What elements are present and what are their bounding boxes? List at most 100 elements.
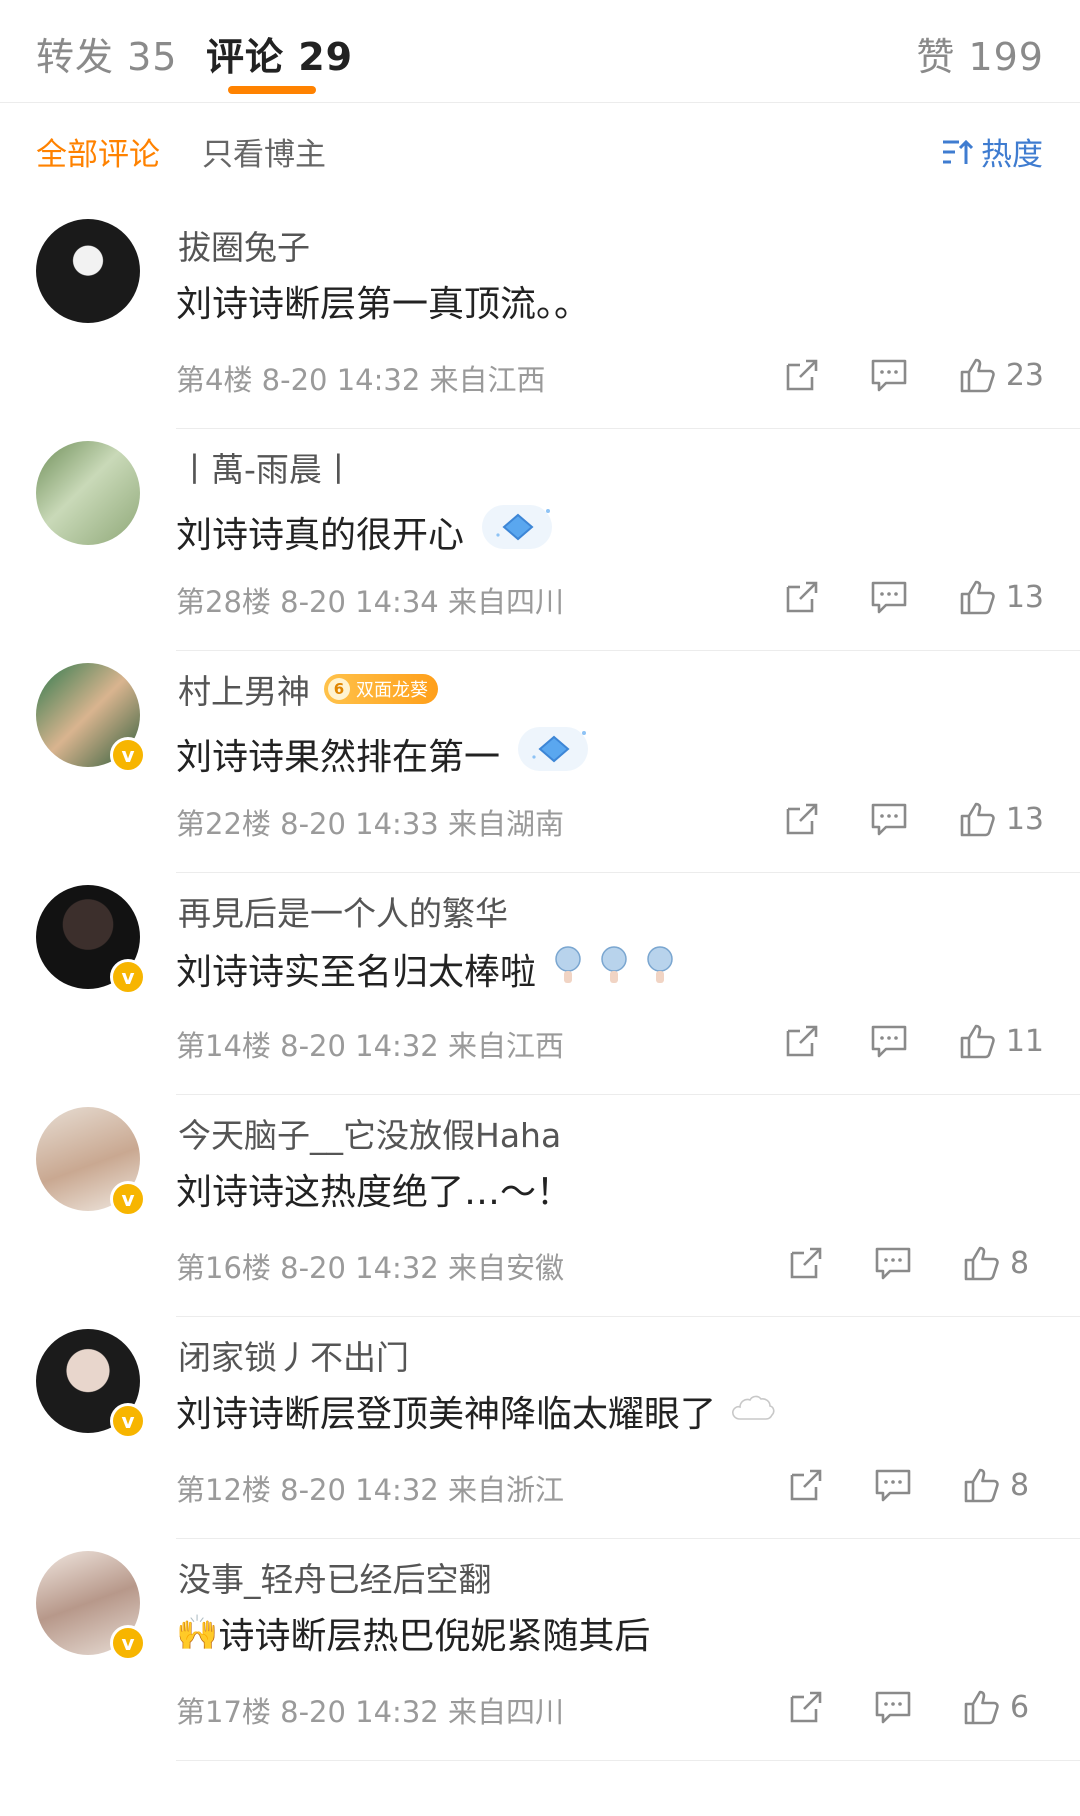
like-button[interactable]: 6 bbox=[962, 1688, 1044, 1726]
comment-item: 丨萬-雨晨丨 刘诗诗真的很开心 第28楼 8-20 14:34 来自四川 13 bbox=[0, 429, 1080, 651]
comment-username[interactable]: 没事_轻舟已经后空翻 bbox=[178, 1553, 492, 1601]
comment-sticker bbox=[550, 941, 690, 996]
like-icon bbox=[964, 1468, 999, 1503]
reply-icon bbox=[871, 359, 907, 392]
reply-button[interactable] bbox=[870, 1023, 908, 1059]
diamond-sticker-icon bbox=[482, 505, 553, 549]
comment-username-row: 再見后是一个人的繁华 bbox=[178, 887, 508, 935]
tab-likes[interactable]: 赞 199 bbox=[916, 26, 1044, 81]
comment-item: v 闭家锁丿不出门 刘诗诗断层登顶美神降临太耀眼了 第12楼 8-20 14:3… bbox=[0, 1317, 1080, 1539]
comment-actions: 8 bbox=[788, 1463, 1044, 1507]
comment-tabs: 转发 35 评论 29 赞 199 bbox=[0, 0, 1080, 103]
reply-icon bbox=[875, 1247, 911, 1280]
like-button[interactable]: 11 bbox=[958, 1022, 1044, 1060]
comment-username-row: 拔圈兔子 bbox=[178, 221, 310, 269]
avatar[interactable]: v bbox=[36, 663, 146, 773]
avatar[interactable]: v bbox=[36, 1329, 146, 1439]
comment-username[interactable]: 再見后是一个人的繁华 bbox=[178, 887, 508, 935]
avatar-image bbox=[36, 219, 140, 323]
comment-username[interactable]: 今天脑子__它没放假Haha bbox=[178, 1109, 561, 1157]
avatar[interactable] bbox=[36, 441, 140, 545]
comment-text: 刘诗诗实至名归太棒啦 bbox=[176, 951, 537, 993]
clap-sticker-icon bbox=[555, 946, 673, 983]
share-icon bbox=[786, 359, 818, 391]
comment-content: 刘诗诗断层登顶美神降临太耀眼了 bbox=[176, 1385, 776, 1437]
avatar[interactable]: v bbox=[36, 885, 146, 995]
reply-button[interactable] bbox=[870, 801, 908, 837]
like-count: 13 bbox=[1005, 579, 1044, 615]
comment-meta: 第14楼 8-20 14:32 来自江西 bbox=[176, 1029, 564, 1063]
like-icon bbox=[960, 358, 995, 393]
comment-username[interactable]: 闭家锁丿不出门 bbox=[178, 1331, 409, 1379]
comment-username-row: 今天脑子__它没放假Haha bbox=[178, 1109, 561, 1157]
reply-icon bbox=[871, 1025, 907, 1058]
comment-actions: 13 bbox=[784, 797, 1044, 841]
comment-content: 刘诗诗实至名归太棒啦 bbox=[176, 941, 690, 996]
filter-all-comments[interactable]: 全部评论 bbox=[36, 129, 160, 174]
like-button[interactable]: 13 bbox=[958, 800, 1044, 838]
reply-button[interactable] bbox=[870, 579, 908, 615]
comment-text: 诗诗断层热巴倪妮紧随其后 bbox=[218, 1616, 651, 1657]
comment-text: 刘诗诗真的很开心 bbox=[176, 514, 465, 556]
like-button[interactable]: 13 bbox=[958, 578, 1044, 616]
comment-item: 拔圈兔子 刘诗诗断层第一真顶流。。 第4楼 8-20 14:32 来自江西 23 bbox=[0, 207, 1080, 429]
comment-list: 拔圈兔子 刘诗诗断层第一真顶流。。 第4楼 8-20 14:32 来自江西 23… bbox=[0, 207, 1080, 1761]
share-button[interactable] bbox=[784, 1023, 820, 1059]
like-count: 6 bbox=[1010, 1689, 1030, 1725]
reply-icon bbox=[875, 1469, 911, 1502]
avatar[interactable]: v bbox=[36, 1551, 146, 1661]
like-button[interactable]: 8 bbox=[962, 1244, 1044, 1282]
share-button[interactable] bbox=[784, 357, 820, 393]
comment-content: 刘诗诗断层第一真顶流。。 bbox=[176, 275, 590, 327]
comment-item: v 今天脑子__它没放假Haha 刘诗诗这热度绝了…～！ 第16楼 8-20 1… bbox=[0, 1095, 1080, 1317]
verified-badge-icon: v bbox=[110, 1403, 146, 1439]
reply-button[interactable] bbox=[874, 1467, 912, 1503]
comment-username-row: 丨萬-雨晨丨 bbox=[178, 443, 355, 491]
comment-content: 刘诗诗真的很开心 bbox=[176, 497, 568, 566]
share-button[interactable] bbox=[788, 1245, 824, 1281]
filter-author-only[interactable]: 只看博主 bbox=[202, 129, 326, 174]
comment-username[interactable]: 村上男神 bbox=[178, 665, 310, 713]
like-button[interactable]: 8 bbox=[962, 1466, 1044, 1504]
comment-text: 刘诗诗果然排在第一 bbox=[176, 736, 501, 778]
like-count: 23 bbox=[1005, 357, 1044, 393]
reply-button[interactable] bbox=[874, 1689, 912, 1725]
share-button[interactable] bbox=[788, 1689, 824, 1725]
comment-item: v 村上男神 6 双面龙葵 刘诗诗果然排在第一 第22楼 8-20 14:33 来… bbox=[0, 651, 1080, 873]
reply-button[interactable] bbox=[874, 1245, 912, 1281]
comment-filter-bar: 全部评论 只看博主 热度 bbox=[0, 103, 1080, 207]
share-button[interactable] bbox=[788, 1467, 824, 1503]
comment-divider bbox=[176, 1760, 1080, 1761]
raised-hands-emoji: 🙌 bbox=[176, 1613, 219, 1653]
share-icon bbox=[786, 581, 818, 613]
avatar-image bbox=[36, 441, 140, 545]
cloud-sticker-icon bbox=[732, 1395, 775, 1420]
like-count: 8 bbox=[1010, 1467, 1030, 1503]
active-tab-indicator bbox=[228, 86, 316, 94]
comment-text: 刘诗诗断层第一真顶流。。 bbox=[176, 284, 591, 325]
like-button[interactable]: 23 bbox=[958, 356, 1044, 394]
reply-button[interactable] bbox=[870, 357, 908, 393]
tab-comments[interactable]: 评论 29 bbox=[206, 26, 353, 81]
verified-badge-icon: v bbox=[110, 959, 146, 995]
like-icon bbox=[960, 802, 995, 837]
comment-username[interactable]: 拔圈兔子 bbox=[178, 221, 310, 269]
comment-actions: 23 bbox=[784, 353, 1044, 397]
comment-username-row: 闭家锁丿不出门 bbox=[178, 1331, 409, 1379]
comment-username[interactable]: 丨萬-雨晨丨 bbox=[178, 443, 355, 491]
comment-actions: 6 bbox=[788, 1685, 1044, 1729]
tab-repost[interactable]: 转发 35 bbox=[36, 26, 177, 81]
comment-text: 刘诗诗断层登顶美神降临太耀眼了 bbox=[176, 1394, 717, 1435]
reply-icon bbox=[875, 1691, 911, 1724]
share-icon bbox=[790, 1469, 822, 1501]
comment-meta: 第16楼 8-20 14:32 来自安徽 bbox=[176, 1251, 564, 1285]
share-button[interactable] bbox=[784, 801, 820, 837]
share-button[interactable] bbox=[784, 579, 820, 615]
badge-level: 6 bbox=[328, 678, 350, 700]
sort-button[interactable]: 热度 bbox=[941, 129, 1043, 174]
verified-badge-icon: v bbox=[110, 737, 146, 773]
fan-badge[interactable]: 6 双面龙葵 bbox=[324, 674, 438, 704]
comment-sticker bbox=[730, 1387, 776, 1436]
avatar[interactable]: v bbox=[36, 1107, 146, 1217]
avatar[interactable] bbox=[36, 219, 140, 323]
